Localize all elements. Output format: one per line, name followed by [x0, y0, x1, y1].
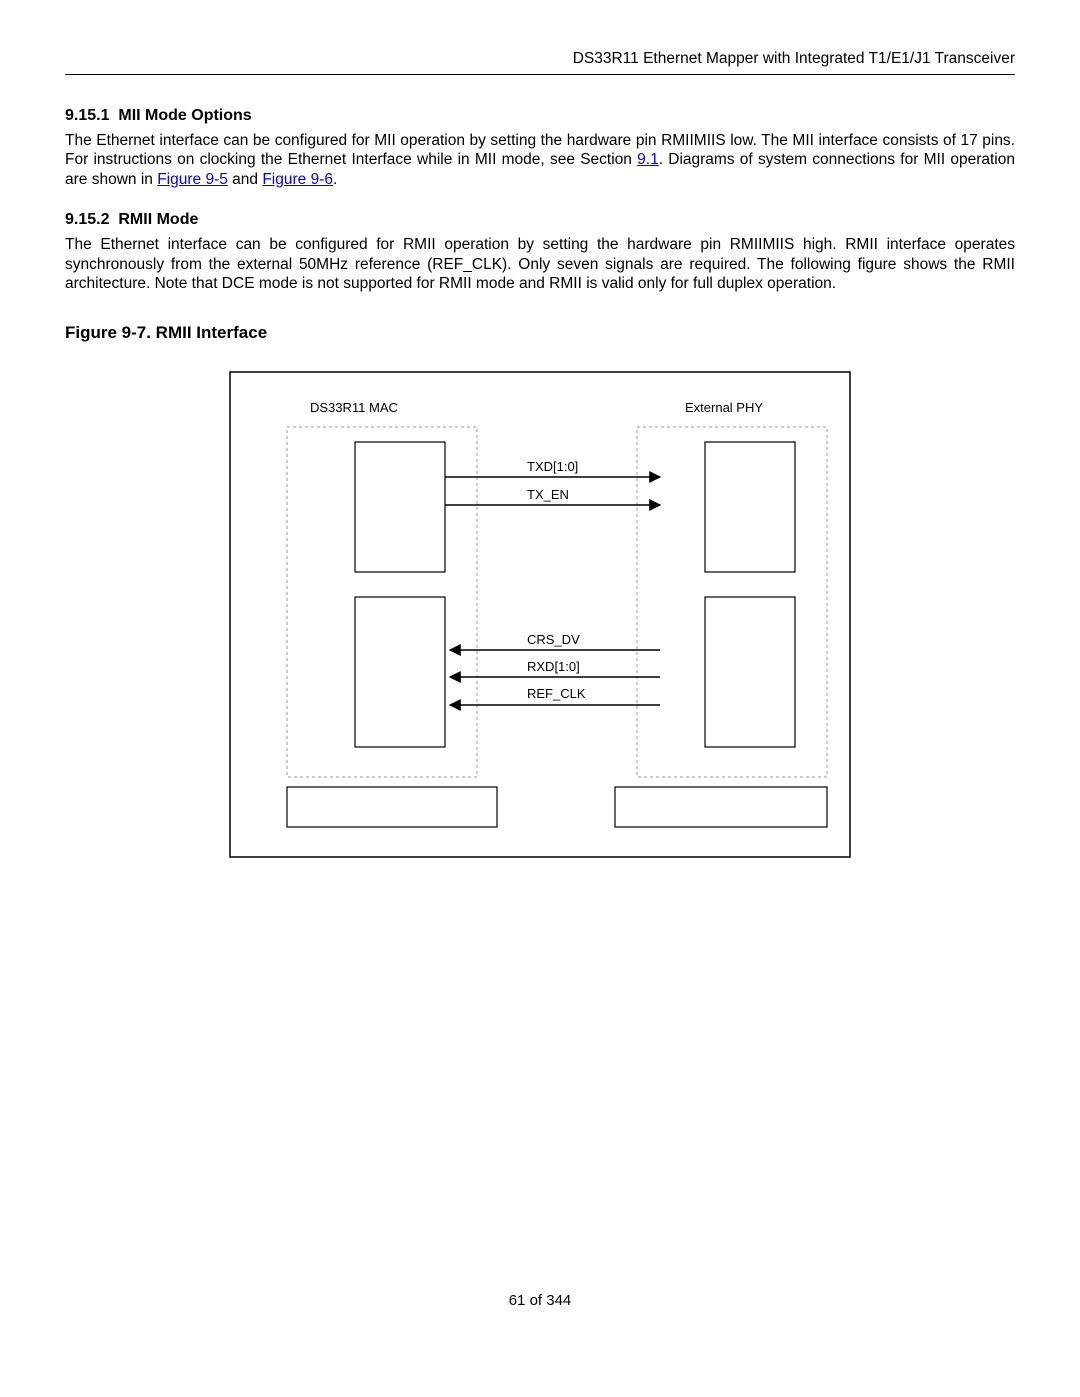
section-9-15-2-paragraph: The Ethernet interface can be configured… — [65, 235, 1015, 293]
signal-rxd: RXD[1:0] — [527, 659, 580, 674]
signal-tx-en: TX_EN — [527, 487, 569, 502]
text-run: . — [333, 171, 337, 188]
section-9-15-1-paragraph: The Ethernet interface can be configured… — [65, 131, 1015, 189]
label-phy: External PHY — [685, 400, 763, 415]
link-section-9-1[interactable]: 9.1 — [637, 151, 659, 168]
signal-crs-dv: CRS_DV — [527, 632, 580, 647]
figure-rmii-interface: DS33R11 MAC External PHY — [65, 367, 1015, 862]
section-title: RMII Mode — [118, 211, 198, 228]
signal-ref-clk: REF_CLK — [527, 686, 586, 701]
label-mac: DS33R11 MAC — [310, 400, 398, 415]
section-number: 9.15.2 — [65, 211, 109, 228]
section-number: 9.15.1 — [65, 107, 109, 124]
link-figure-9-5[interactable]: Figure 9-5 — [157, 171, 228, 188]
figure-title: Figure 9-7. RMII Interface — [65, 323, 1015, 343]
link-figure-9-6[interactable]: Figure 9-6 — [262, 171, 333, 188]
section-title: MII Mode Options — [118, 107, 251, 124]
text-run: and — [228, 171, 262, 188]
signal-txd: TXD[1:0] — [527, 459, 578, 474]
page-footer: 61 of 344 — [65, 1292, 1015, 1309]
section-heading-9-15-2: 9.15.2 RMII Mode — [65, 211, 1015, 229]
section-heading-9-15-1: 9.15.1 MII Mode Options — [65, 107, 1015, 125]
page-header: DS33R11 Ethernet Mapper with Integrated … — [65, 50, 1015, 75]
